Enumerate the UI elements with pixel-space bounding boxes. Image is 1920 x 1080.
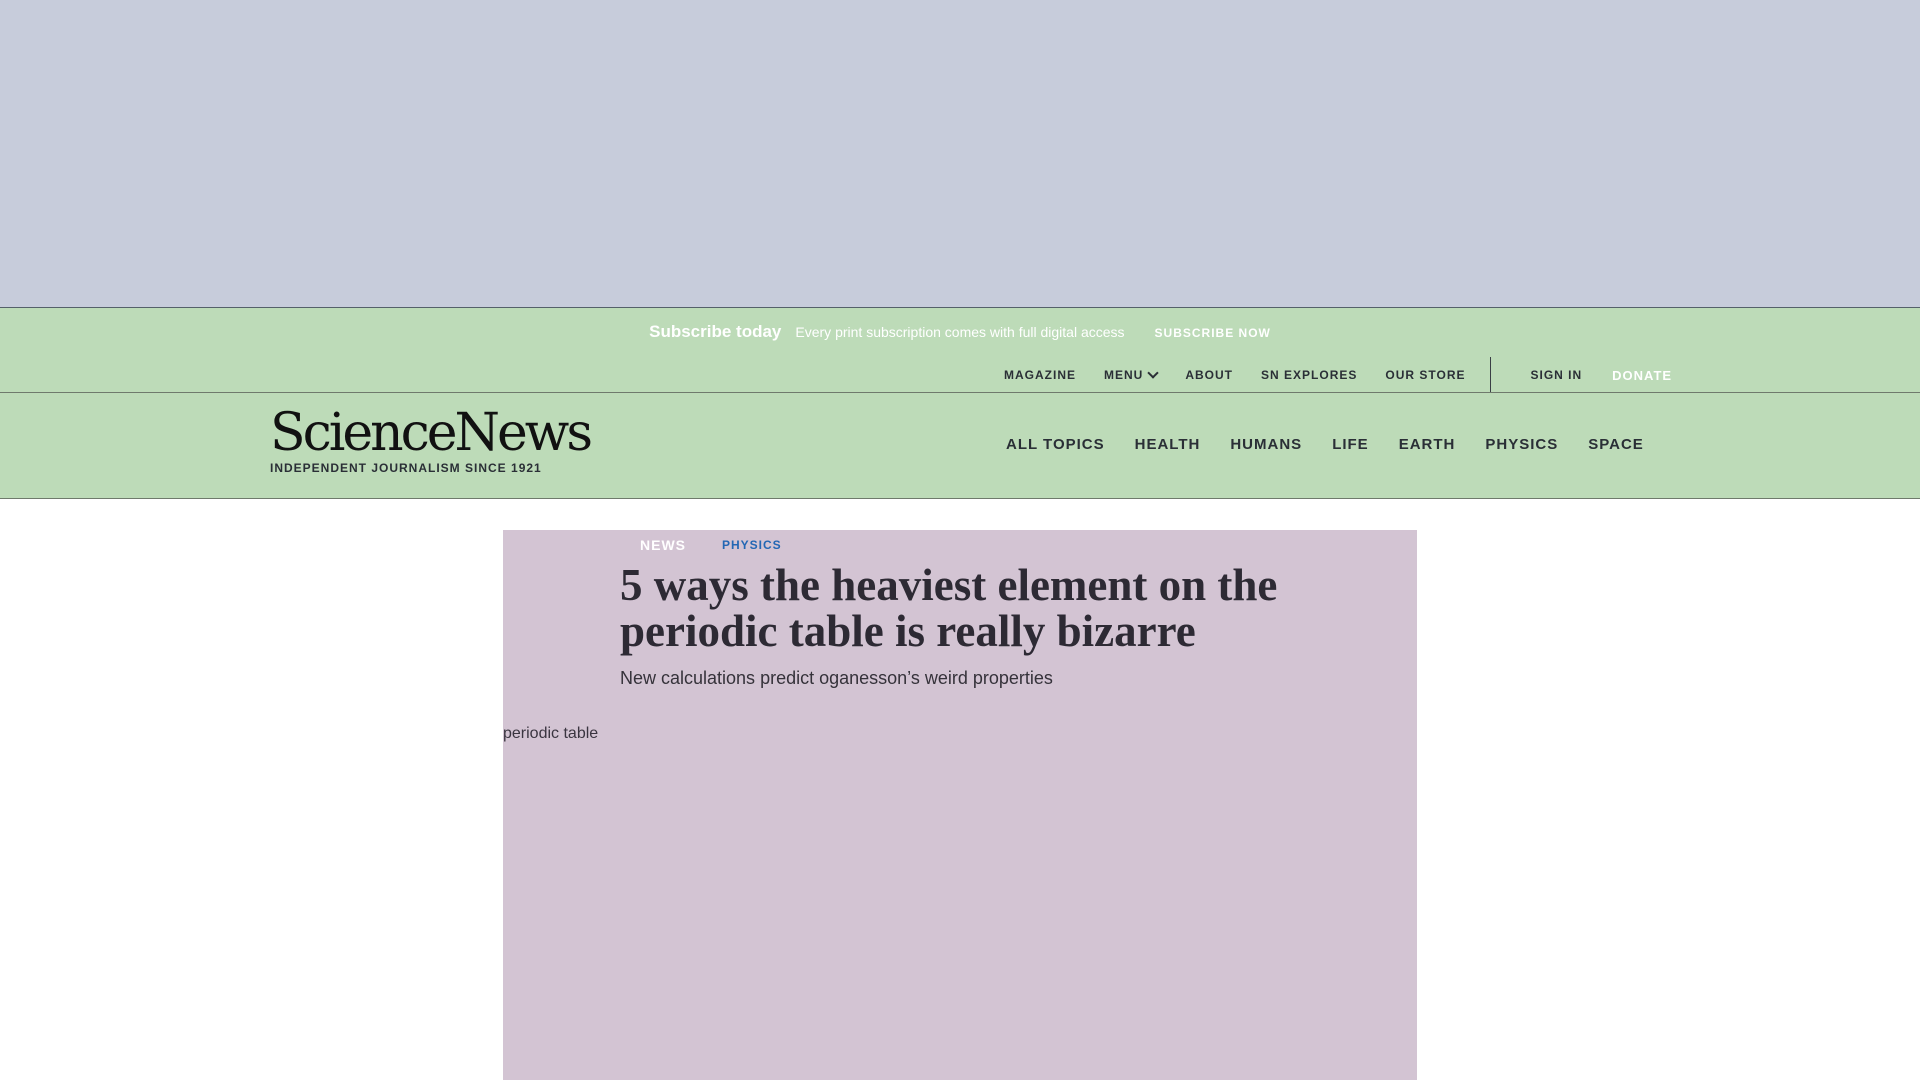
sign-in-link[interactable]: SIGN IN — [1531, 368, 1583, 382]
utility-nav: MAGAZINE MENU ABOUT SN EXPLORES OUR STOR… — [1004, 357, 1672, 393]
nav-item-space[interactable]: SPACE — [1588, 436, 1644, 453]
header-divider — [0, 392, 1920, 393]
hero-image: periodic table — [503, 725, 1417, 1080]
nav-item-earth[interactable]: EARTH — [1399, 436, 1456, 453]
subscribe-text: Every print subscription comes with full… — [795, 324, 1125, 340]
nav-item-health[interactable]: HEALTH — [1135, 436, 1201, 453]
main-nav: ALL TOPICS HEALTH HUMANS LIFE EARTH PHYS… — [1006, 436, 1644, 453]
nav-item-physics[interactable]: PHYSICS — [1485, 436, 1558, 453]
article-tags: NEWS PHYSICS — [640, 537, 782, 553]
ad-banner[interactable] — [0, 0, 1920, 308]
topic-tag-link[interactable]: PHYSICS — [722, 538, 782, 552]
utility-divider — [1489, 357, 1491, 393]
about-link[interactable]: ABOUT — [1185, 368, 1233, 382]
menu-button[interactable]: MENU — [1104, 367, 1160, 382]
subscribe-title: Subscribe today — [649, 322, 782, 341]
magazine-link[interactable]: MAGAZINE — [1004, 368, 1076, 382]
subscribe-now-link[interactable]: SUBSCRIBE NOW — [1155, 326, 1271, 340]
chevron-down-icon — [1147, 367, 1160, 379]
logo-tagline: INDEPENDENT JOURNALISM SINCE 1921 — [270, 461, 542, 475]
article-dek: New calculations predict oganesson’s wei… — [620, 668, 1053, 688]
sn-explores-link[interactable]: SN EXPLORES — [1261, 368, 1357, 382]
article-type-tag: NEWS — [640, 537, 686, 553]
broken-image-alt-text: periodic table — [503, 725, 599, 742]
subscribe-bar: Subscribe today Every print subscription… — [0, 322, 1920, 342]
article-headline: 5 ways the heaviest element on the perio… — [620, 560, 1278, 656]
site-header: Subscribe today Every print subscription… — [0, 308, 1920, 499]
nav-item-all-topics[interactable]: ALL TOPICS — [1006, 436, 1105, 453]
logo-wordmark: ScienceNews — [270, 403, 593, 463]
nav-item-life[interactable]: LIFE — [1332, 436, 1369, 453]
nav-item-humans[interactable]: HUMANS — [1230, 436, 1302, 453]
donate-link[interactable]: DONATE — [1612, 368, 1672, 383]
our-store-link[interactable]: OUR STORE — [1385, 368, 1465, 382]
menu-label: MENU — [1104, 368, 1144, 382]
article-header: NEWS PHYSICS 5 ways the heaviest element… — [503, 530, 1417, 1080]
site-logo[interactable]: ScienceNews INDEPENDENT JOURNALISM SINCE… — [270, 403, 593, 475]
